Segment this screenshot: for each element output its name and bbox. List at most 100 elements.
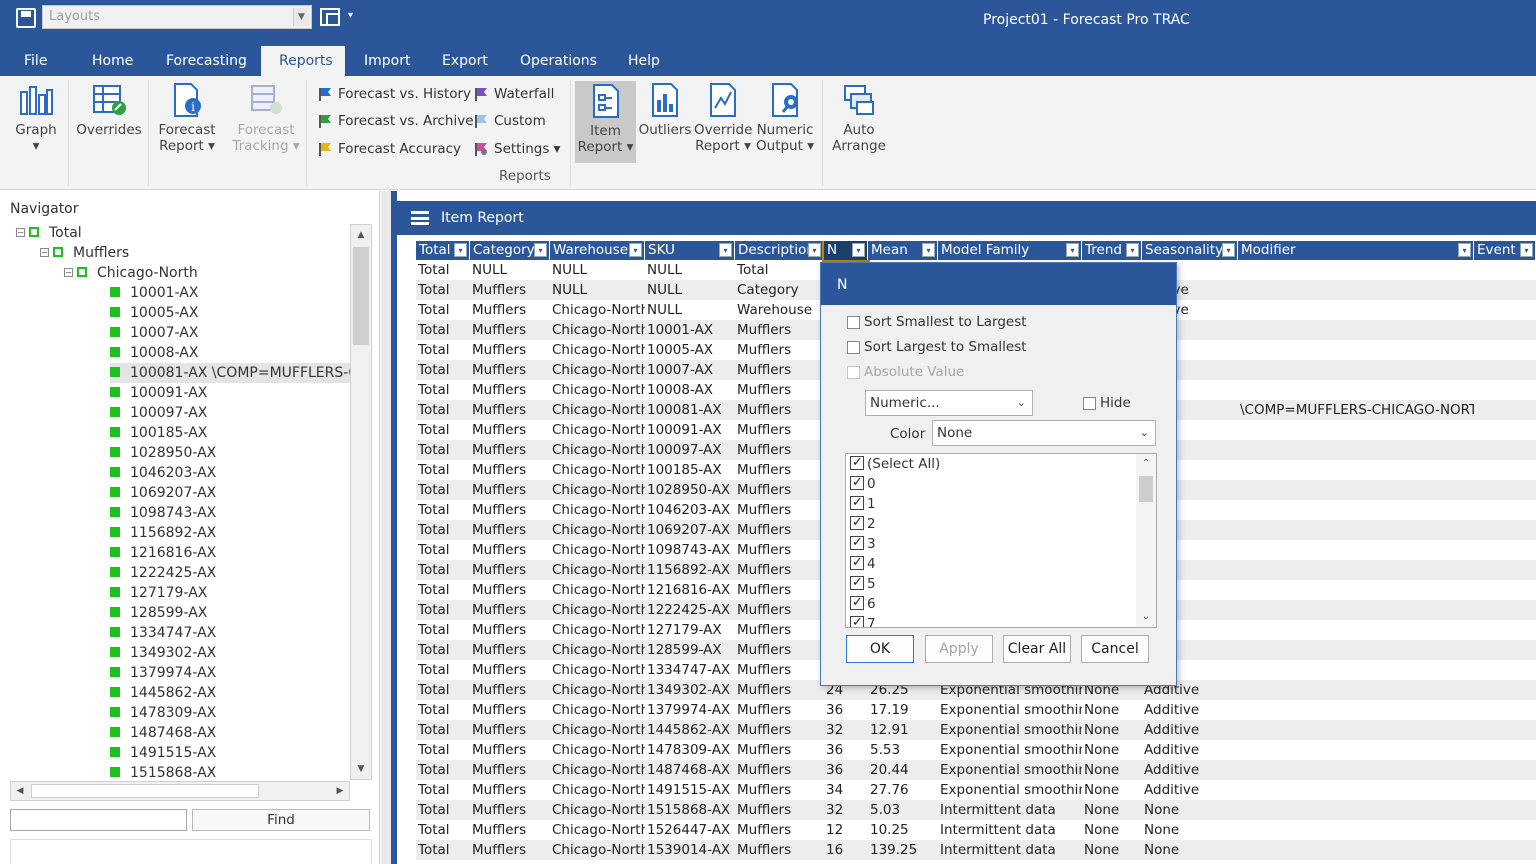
filter-value-item[interactable]: 4 [850,553,876,574]
color-select[interactable]: None ⌄ [932,420,1156,446]
waterfall-button[interactable]: Waterfall [472,83,554,105]
save-icon[interactable] [16,8,36,28]
item-report-button[interactable]: Item Report ▾ [575,81,636,163]
tree-node-item[interactable]: 1379974-AX [110,663,216,683]
cancel-button[interactable]: Cancel [1081,635,1149,663]
auto-arrange-button[interactable]: Auto Arrange [830,82,888,154]
filter-value-item[interactable]: 3 [850,533,876,554]
collapse-icon[interactable]: − [40,247,49,257]
tab-help[interactable]: Help [620,46,668,76]
tree-node-item[interactable]: 128599-AX [110,603,207,623]
column-header[interactable]: Category ▾ [470,241,550,260]
column-header[interactable]: Modifier ▾ [1238,241,1474,260]
tree-node-item[interactable]: 100097-AX [110,403,207,423]
table-row[interactable]: Total Mufflers Chicago-North 1478309-AX Muff… [416,740,1536,760]
tree-node-item[interactable]: 1349302-AX [110,643,216,663]
tab-home[interactable]: Home [84,46,141,76]
scroll-up-icon[interactable]: ▲ [351,225,371,245]
filter-dropdown-icon[interactable]: ▾ [1520,243,1533,257]
filter-dropdown-icon[interactable]: ▾ [629,243,642,257]
tree-node-item[interactable]: 1222425-AX [110,563,216,583]
tab-import[interactable]: Import [356,46,418,76]
column-header[interactable]: Description ▾ [735,241,824,260]
filter-value-list[interactable]: (Select All) 0 1 2 3 4 5 6 7 ⌃ ⌄ [845,453,1157,628]
tree-node-item[interactable]: 10008-AX [110,343,198,363]
column-header[interactable]: Trend ▾ [1082,241,1142,260]
table-row[interactable]: Total Mufflers Chicago-North 1515868-AX Muff… [416,800,1536,820]
scroll-up-icon[interactable]: ⌃ [1136,454,1156,474]
scroll-thumb[interactable] [353,247,369,345]
tree-node-item[interactable]: 1491515-AX [110,743,216,763]
tree-node-item[interactable]: 1515868-AX [110,763,216,779]
column-header[interactable]: Mean ▾ [868,241,938,260]
tree-node-item[interactable]: 1445862-AX [110,683,216,703]
tree-node-item[interactable]: 1478309-AX [110,703,216,723]
panel-splitter[interactable] [381,191,391,864]
tree-node-item[interactable]: 10005-AX [110,303,198,323]
filter-dropdown-icon[interactable]: ▾ [808,243,821,257]
collapse-icon[interactable]: − [64,267,73,277]
tree-node-item[interactable]: 1046203-AX [110,463,216,483]
table-row[interactable]: Total Mufflers Chicago-North 1491515-AX Muff… [416,780,1536,800]
overrides-button[interactable]: Overrides [76,82,142,138]
column-header[interactable]: Seasonality ▾ [1142,241,1238,260]
filter-value-item[interactable]: 5 [850,573,876,594]
find-button[interactable]: Find [192,809,370,831]
column-header[interactable]: Warehouse ▾ [550,241,645,260]
tree-node-item[interactable]: 10001-AX [110,283,198,303]
list-scrollbar[interactable]: ⌃ ⌄ [1136,454,1156,627]
tree-node-item[interactable]: 1069207-AX [110,483,216,503]
table-row[interactable]: Total Mufflers Chicago-North 1487468-AX Muff… [416,760,1536,780]
scroll-thumb[interactable] [31,784,259,798]
outliers-button[interactable]: Outliers [638,82,692,138]
filter-value-item[interactable]: 6 [850,593,876,614]
hide-checkbox[interactable] [1083,397,1096,410]
column-header[interactable]: Model Family ▾ [938,241,1082,260]
tree-node-item[interactable]: 1216816-AX [110,543,216,563]
tree-node-category[interactable]: − Mufflers [40,243,129,263]
tree-node-warehouse[interactable]: − Chicago-North [64,263,198,283]
quick-access-dropdown-icon[interactable]: ▾ [348,10,353,21]
filter-dropdown-icon[interactable]: ▾ [1066,243,1079,257]
ok-button[interactable]: OK [846,635,914,663]
forecast-report-button[interactable]: i Forecast Report ▾ [154,82,220,154]
sort-ascending-checkbox[interactable] [847,316,860,329]
tab-export[interactable]: Export [434,46,496,76]
tree-node-item[interactable]: 1098743-AX [110,503,216,523]
tab-file[interactable]: File [16,46,55,76]
tab-reports[interactable]: Reports [261,46,345,76]
settings-button[interactable]: Settings ▾ [472,138,560,160]
layouts-dropdown[interactable]: Layouts ▼ [42,5,312,29]
graph-button[interactable]: Graph ▾ [10,82,62,154]
scroll-down-icon[interactable]: ⌄ [1136,607,1156,627]
custom-button[interactable]: Custom [472,110,546,132]
tree-node-item[interactable]: 100185-AX [110,423,207,443]
filter-value-item[interactable]: 1 [850,493,876,514]
checkbox-checked-icon[interactable] [850,533,864,553]
window-layout-icon[interactable] [320,8,340,26]
forecast-vs-history-button[interactable]: Forecast vs. History [316,83,471,105]
filter-dropdown-icon[interactable]: ▾ [1222,243,1235,257]
filter-dropdown-icon[interactable]: ▾ [1458,243,1471,257]
numeric-output-button[interactable]: Numeric Output ▾ [754,82,816,154]
scroll-left-icon[interactable]: ◀ [11,782,29,800]
filter-dropdown-icon[interactable]: ▾ [852,243,865,257]
column-header[interactable]: Total ▾ [416,241,470,260]
tree-node-item[interactable]: 1156892-AX [110,523,216,543]
forecast-accuracy-button[interactable]: Forecast Accuracy [316,138,461,160]
find-input[interactable] [10,809,187,831]
checkbox-checked-icon[interactable] [850,553,864,573]
apply-button[interactable]: Apply [925,635,993,663]
checkbox-checked-icon[interactable] [850,454,864,473]
tree-node-item[interactable]: 1334747-AX [110,623,216,643]
checkbox-checked-icon[interactable] [850,473,864,493]
override-report-button[interactable]: Override Report ▾ [694,82,752,154]
column-header[interactable]: N ▾ [822,241,870,262]
tree-node-item[interactable]: 1487468-AX [110,723,216,743]
filter-value-item[interactable]: 0 [850,473,876,494]
tree-node-item[interactable]: 1028950-AX [110,443,216,463]
checkbox-checked-icon[interactable] [850,573,864,593]
filter-dropdown-icon[interactable]: ▾ [719,243,732,257]
scroll-thumb[interactable] [1139,476,1153,502]
filter-dropdown-icon[interactable]: ▾ [1126,243,1139,257]
